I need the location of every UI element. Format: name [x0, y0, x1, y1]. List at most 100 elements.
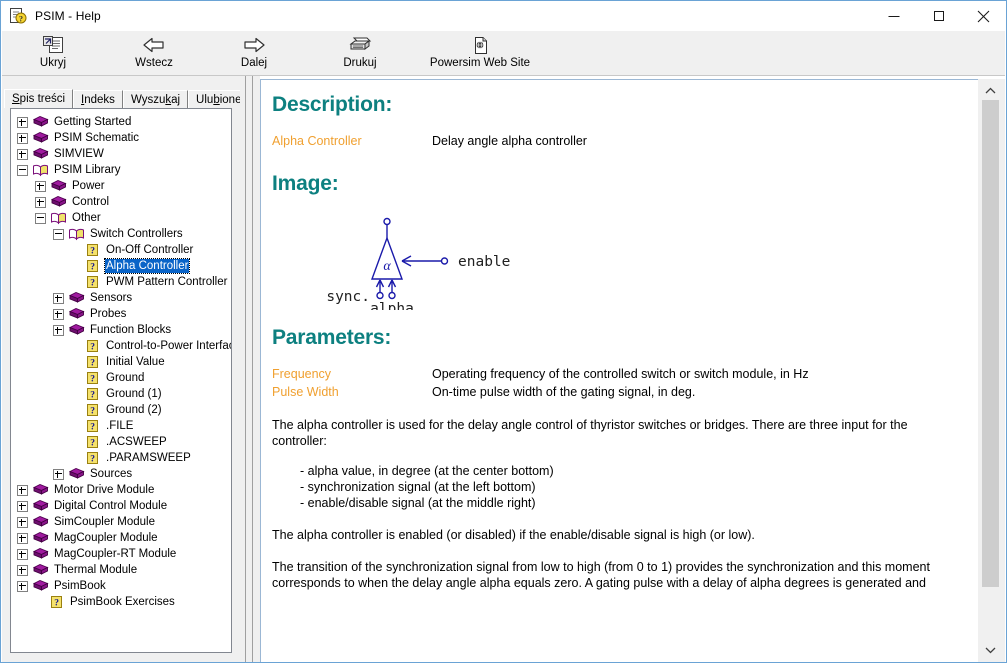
collapse-icon[interactable]	[35, 212, 46, 224]
expand-icon[interactable]	[17, 148, 28, 160]
tree-item-sensors[interactable]: Sensors	[11, 290, 231, 306]
tree-item-getting-started[interactable]: Getting Started	[11, 114, 231, 130]
tree-item-magcoupler-module[interactable]: MagCoupler Module	[11, 530, 231, 546]
tree-item-label: Digital Control Module	[54, 500, 168, 512]
parameter-description: Operating frequency of the controlled sw…	[432, 367, 809, 381]
tree-item-initial-value[interactable]: ? Initial Value	[11, 354, 231, 370]
tree-item-function-blocks[interactable]: Function Blocks	[11, 322, 231, 338]
parameter-description: On-time pulse width of the gating signal…	[432, 385, 696, 399]
description-heading: Description:	[272, 93, 393, 116]
tree-item-pwm-pattern-controller[interactable]: ? PWM Pattern Controller	[11, 274, 231, 290]
forward-button[interactable]: Dalej	[224, 31, 284, 73]
collapse-icon[interactable]	[53, 228, 64, 240]
hide-pane-button[interactable]: Ukryj	[24, 31, 82, 73]
description-row: Alpha Controller Delay angle alpha contr…	[272, 132, 965, 150]
book-closed-icon	[32, 115, 49, 129]
book-closed-icon	[68, 307, 85, 321]
table-of-contents-tree[interactable]: Getting Started PSIM Schematic SIMVIEW PSIM…	[10, 108, 232, 653]
tab-spis-tre-ci[interactable]: Spis treści	[4, 89, 74, 108]
tree-item-ground[interactable]: ? Ground	[11, 370, 231, 386]
tree-item-psim-schematic[interactable]: PSIM Schematic	[11, 130, 231, 146]
description-table: Alpha Controller Delay angle alpha contr…	[272, 132, 965, 150]
tree-item-probes[interactable]: Probes	[11, 306, 231, 322]
tree-item-simview[interactable]: SIMVIEW	[11, 146, 231, 162]
parameter-row: Pulse Width On-time pulse width of the ga…	[272, 383, 965, 401]
scroll-up-button[interactable]	[982, 82, 999, 99]
expand-icon[interactable]	[53, 324, 64, 336]
tree-item-motor-drive-module[interactable]: Motor Drive Module	[11, 482, 231, 498]
svg-text:?: ?	[90, 454, 95, 464]
tree-item-label: PWM Pattern Controller	[106, 276, 228, 288]
tree-item-simcoupler-module[interactable]: SimCoupler Module	[11, 514, 231, 530]
title-bar: ? PSIM - Help	[1, 1, 1006, 31]
tree-item-alpha-controller[interactable]: ? Alpha Controller	[11, 258, 231, 274]
help-document-icon: ?	[9, 7, 27, 25]
expand-icon[interactable]	[17, 516, 28, 528]
splitter-grip[interactable]	[245, 76, 253, 662]
expand-icon[interactable]	[35, 196, 46, 208]
tree-item-sources[interactable]: Sources	[11, 466, 231, 482]
tree-item-control-to-power-interface[interactable]: ? Control-to-Power Interface	[11, 338, 231, 354]
expand-icon[interactable]	[53, 292, 64, 304]
tree-item-thermal-module[interactable]: Thermal Module	[11, 562, 231, 578]
tree-item-acsweep[interactable]: ? .ACSWEEP	[11, 434, 231, 450]
print-button[interactable]: Drukuj	[328, 31, 392, 73]
expand-icon[interactable]	[17, 564, 28, 576]
book-closed-icon	[50, 179, 67, 193]
maximize-button[interactable]	[916, 2, 961, 31]
tree-item-psimbook[interactable]: PsimBook	[11, 578, 231, 594]
parameter-row: Frequency Operating frequency of the cont…	[272, 365, 965, 383]
back-button[interactable]: Wstecz	[118, 31, 190, 73]
navigation-tabs: Spis treści Indeks Wyszu k aj Ulu b ione	[4, 89, 250, 108]
input-list-item: - alpha value, in degree (at the center …	[300, 464, 554, 478]
book-closed-icon	[68, 323, 85, 337]
tree-item-ground-2[interactable]: ? Ground (2)	[11, 402, 231, 418]
pane-splitter[interactable]	[240, 76, 260, 662]
tab-wyszukaj[interactable]: Wyszu k aj	[122, 90, 189, 108]
help-topic-icon: ?	[84, 451, 101, 465]
svg-text:?: ?	[90, 422, 95, 432]
tree-item-power[interactable]: Power	[11, 178, 231, 194]
tree-item-label: SIMVIEW	[54, 148, 104, 160]
content-vertical-scrollbar[interactable]	[978, 79, 1005, 662]
expand-icon[interactable]	[35, 180, 46, 192]
web-page-icon	[469, 33, 491, 56]
chevron-down-icon	[985, 647, 996, 653]
tree-item-file[interactable]: ? .FILE	[11, 418, 231, 434]
powersim-web-site-button[interactable]: Powersim Web Site	[420, 31, 540, 73]
book-closed-icon	[32, 499, 49, 513]
expand-icon[interactable]	[53, 308, 64, 320]
scrollbar-thumb[interactable]	[982, 100, 999, 587]
collapse-icon[interactable]	[17, 164, 28, 176]
tree-item-control[interactable]: Control	[11, 194, 231, 210]
book-closed-icon	[32, 579, 49, 593]
tree-item-psimbook-exercises[interactable]: ? PsimBook Exercises	[11, 594, 231, 610]
expand-icon[interactable]	[17, 500, 28, 512]
expand-icon[interactable]	[17, 116, 28, 128]
expand-icon[interactable]	[17, 548, 28, 560]
minimize-button[interactable]	[871, 2, 916, 31]
close-button[interactable]	[961, 2, 1006, 31]
tree-item-digital-control-module[interactable]: Digital Control Module	[11, 498, 231, 514]
svg-text:?: ?	[90, 278, 95, 288]
scroll-down-button[interactable]	[982, 641, 999, 658]
expand-icon[interactable]	[17, 132, 28, 144]
expand-icon[interactable]	[17, 484, 28, 496]
tree-item-psim-library[interactable]: PSIM Library	[11, 162, 231, 178]
tree-item-ground-1[interactable]: ? Ground (1)	[11, 386, 231, 402]
expand-icon[interactable]	[53, 468, 64, 480]
tab-indeks[interactable]: Indeks	[73, 90, 123, 108]
expand-icon[interactable]	[17, 532, 28, 544]
parameter-term: Pulse Width	[272, 385, 339, 399]
tree-item-on-off-controller[interactable]: ? On-Off Controller	[11, 242, 231, 258]
tree-item-label: SimCoupler Module	[54, 516, 155, 528]
book-closed-icon	[32, 563, 49, 577]
tree-item-paramsweep[interactable]: ? .PARAMSWEEP	[11, 450, 231, 466]
tree-item-other[interactable]: Other	[11, 210, 231, 226]
expand-icon[interactable]	[17, 580, 28, 592]
tree-item-magcoupler-rt-module[interactable]: MagCoupler-RT Module	[11, 546, 231, 562]
tree-item-switch-controllers[interactable]: Switch Controllers	[11, 226, 231, 242]
